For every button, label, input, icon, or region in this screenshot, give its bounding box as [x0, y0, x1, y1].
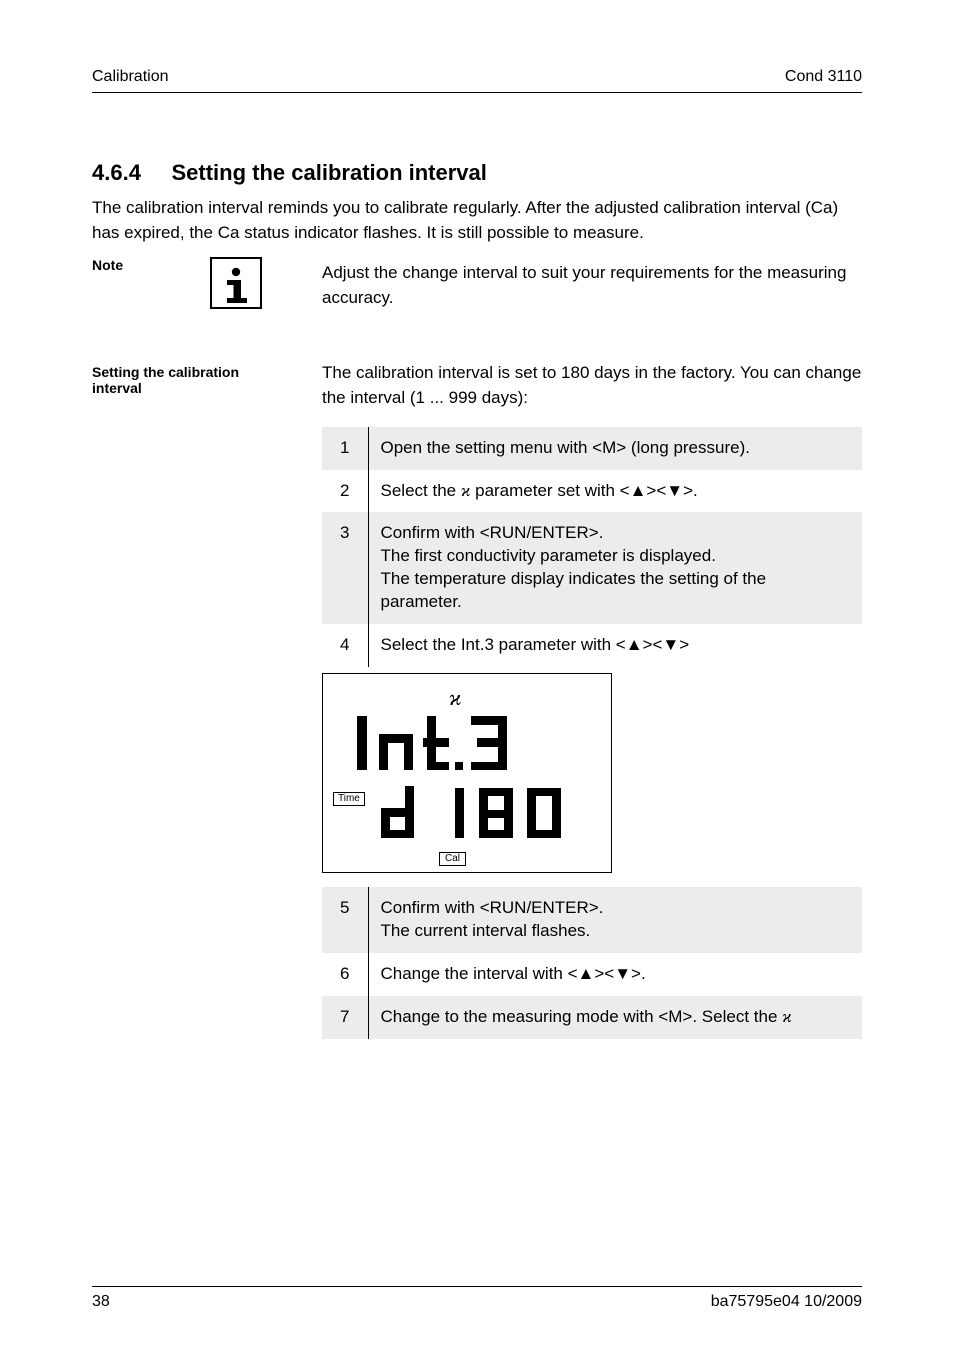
step-text: Open the setting menu with <M> (long pre… — [368, 427, 862, 470]
step-text: Change the interval with <▲><▼>. — [368, 953, 862, 996]
step-number: 1 — [322, 427, 368, 470]
note-label: Note — [92, 257, 292, 273]
header-right: Cond 3110 — [785, 68, 862, 86]
side-label-cal-interval: Setting the calibration interval — [92, 364, 292, 396]
steps-table: 1 Open the setting menu with <M> (long p… — [322, 427, 862, 668]
step-text: Confirm with <RUN/ENTER>.The first condu… — [368, 512, 862, 624]
step-number: 6 — [322, 953, 368, 996]
lcd-line2 — [379, 784, 609, 848]
steps-table-2: 5 Confirm with <RUN/ENTER>.The current i… — [322, 887, 862, 1039]
info-icon — [210, 257, 262, 309]
kappa-icon: ϰ — [782, 1007, 792, 1026]
page-number: 38 — [92, 1293, 110, 1311]
step-text: Select the ϰ parameter set with <▲><▼>. — [368, 470, 862, 513]
step-number: 2 — [322, 470, 368, 513]
cal-interval-paragraph: The calibration interval is set to 180 d… — [322, 361, 862, 410]
header-left: Calibration — [92, 68, 168, 86]
intro-paragraph: The calibration interval reminds you to … — [92, 196, 862, 245]
time-tag: Time — [333, 792, 365, 806]
kappa-icon: ϰ — [461, 481, 471, 500]
step-number: 7 — [322, 996, 368, 1039]
step-text: Change to the measuring mode with <M>. S… — [368, 996, 862, 1039]
section-number: 4.6.4 — [92, 160, 141, 185]
lcd-line1 — [351, 708, 591, 778]
step-text: Select the Int.3 parameter with <▲><▼> — [368, 624, 862, 667]
step-number: 3 — [322, 512, 368, 624]
step-text: Confirm with <RUN/ENTER>.The current int… — [368, 887, 862, 953]
doc-id: ba75795e04 10/2009 — [711, 1293, 862, 1311]
cal-tag: Cal — [439, 852, 466, 866]
lcd-display: ϰ Time Cal — [322, 673, 612, 873]
step-number: 5 — [322, 887, 368, 953]
note-text: Adjust the change interval to suit your … — [322, 257, 862, 310]
section-title: 4.6.4 Setting the calibration interval — [92, 160, 862, 186]
section-heading: Setting the calibration interval — [172, 160, 487, 185]
step-number: 4 — [322, 624, 368, 667]
